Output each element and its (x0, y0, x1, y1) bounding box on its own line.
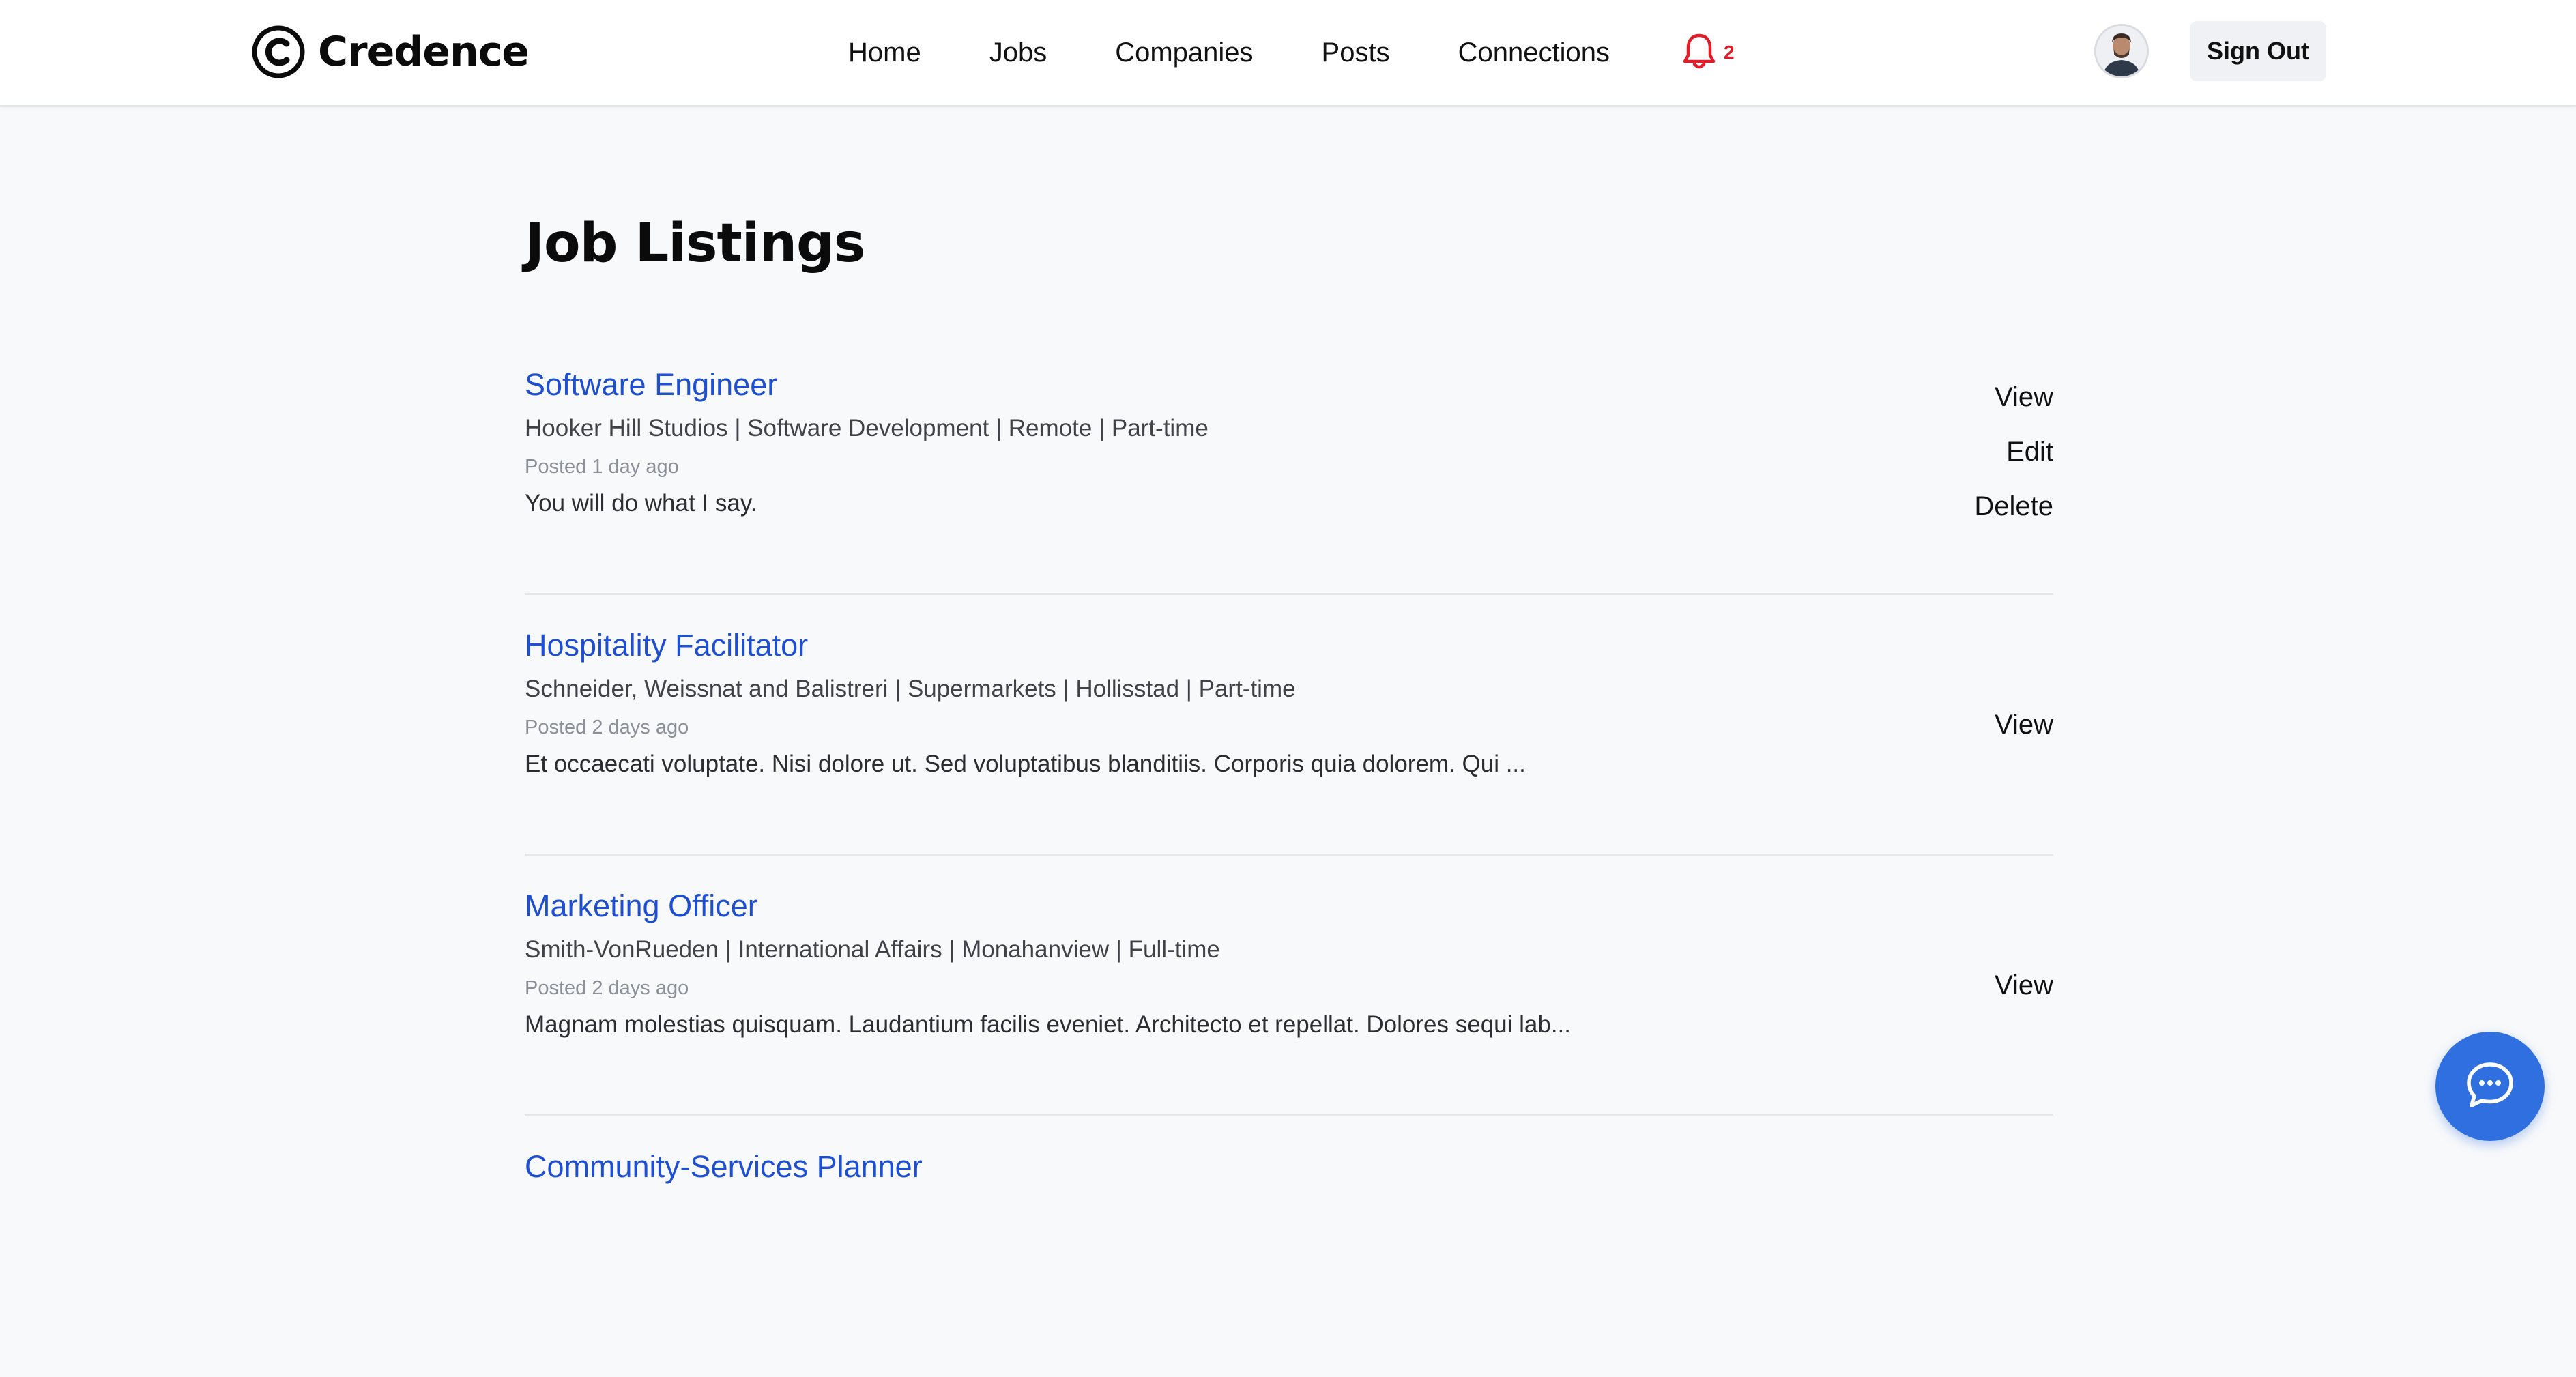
job-list: Software Engineer Hooker Hill Studios | … (525, 334, 2053, 1377)
notifications-button[interactable]: 2 (1681, 32, 1735, 74)
job-title-link[interactable]: Software Engineer (525, 367, 777, 403)
job-meta: Hooker Hill Studios | Software Developme… (525, 415, 1209, 441)
nav-jobs[interactable]: Jobs (989, 38, 1047, 68)
job-listing: Software Engineer Hooker Hill Studios | … (525, 334, 2053, 595)
job-posted-time: Posted 2 days ago (525, 716, 689, 738)
nav-home[interactable]: Home (848, 38, 921, 68)
view-button[interactable]: View (1995, 370, 2053, 424)
job-description: Magnam molestias quisquam. Laudantium fa… (525, 1011, 1572, 1038)
job-actions: View (1995, 595, 2053, 854)
c-circle-logo-icon (251, 25, 306, 79)
bell-icon (1681, 32, 1717, 74)
job-title-link[interactable]: Hospitality Facilitator (525, 628, 808, 663)
notification-count-badge: 2 (1723, 42, 1735, 63)
job-listing: Hospitality Facilitator Schneider, Weiss… (525, 595, 2053, 856)
job-meta: Smith-VonRueden | International Affairs … (525, 936, 1220, 963)
job-listing: Marketing Officer Smith-VonRueden | Inte… (525, 856, 2053, 1116)
job-listing: Community-Services Planner (525, 1116, 2053, 1377)
edit-button[interactable]: Edit (2006, 424, 2053, 479)
brand-name: Credence (318, 28, 530, 76)
job-posted-time: Posted 2 days ago (525, 977, 689, 999)
delete-button[interactable]: Delete (1974, 479, 2053, 534)
job-title-link[interactable]: Marketing Officer (525, 888, 758, 924)
job-description: You will do what I say. (525, 490, 757, 517)
avatar[interactable] (2094, 24, 2149, 78)
nav-companies[interactable]: Companies (1115, 38, 1253, 68)
view-button[interactable]: View (1995, 958, 2053, 1013)
page-title: Job Listings (525, 213, 865, 274)
job-title-link[interactable]: Community-Services Planner (525, 1149, 923, 1185)
job-actions: View (1995, 856, 2053, 1114)
job-actions: View Edit Delete (1974, 334, 2053, 593)
chat-bubble-icon (2463, 1058, 2517, 1116)
sign-out-button[interactable]: Sign Out (2190, 21, 2326, 81)
main-nav: Home Jobs Companies Posts Connections 2 (848, 27, 1735, 78)
top-navbar: Credence Home Jobs Companies Posts Conne… (0, 0, 2576, 107)
job-posted-time: Posted 1 day ago (525, 456, 679, 478)
nav-posts[interactable]: Posts (1322, 38, 1390, 68)
chat-button[interactable] (2435, 1032, 2545, 1141)
nav-connections[interactable]: Connections (1458, 38, 1610, 68)
job-description: Et occaecati voluptate. Nisi dolore ut. … (525, 751, 1526, 777)
view-button[interactable]: View (1995, 697, 2053, 752)
brand[interactable]: Credence (251, 25, 530, 79)
job-meta: Schneider, Weissnat and Balistreri | Sup… (525, 676, 1296, 702)
